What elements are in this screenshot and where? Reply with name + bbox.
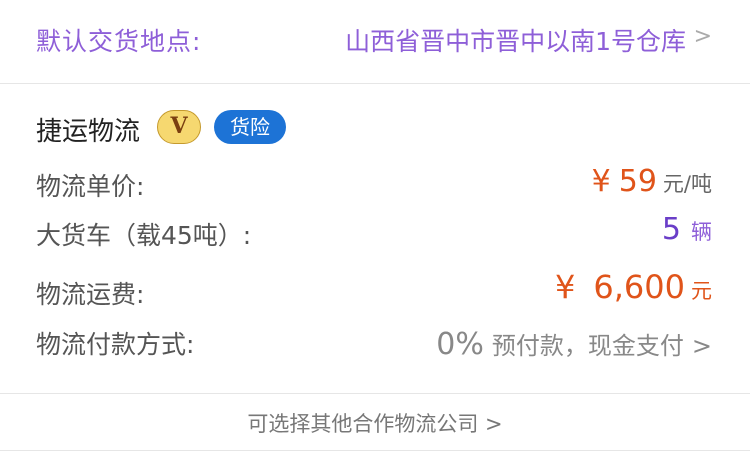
- freight-fee-value: ¥6,600 元: [555, 268, 712, 306]
- payment-method-text: 预付款，现金支付: [491, 332, 684, 360]
- freight-fee-number: 6,600: [593, 268, 685, 306]
- unit-price-unit: 元/吨: [662, 172, 712, 196]
- truck-count-number: 5: [661, 212, 681, 247]
- carrier-name: 捷运物流: [36, 117, 141, 147]
- unit-price-number: 59: [618, 164, 657, 199]
- prepay-percent: 0%: [436, 327, 484, 362]
- bottom-divider: [0, 450, 750, 451]
- freight-fee-unit: 元: [691, 279, 712, 303]
- payment-method-selector[interactable]: 0% 预付款，现金支付 >: [436, 326, 712, 362]
- insurance-badge: 货险: [214, 110, 286, 144]
- unit-price-value: ¥59 元/吨: [592, 164, 712, 199]
- chevron-right-icon[interactable]: >: [694, 24, 712, 49]
- delivery-location-label: 默认交货地点:: [36, 27, 202, 56]
- other-carriers-link[interactable]: 可选择其他合作物流公司 >: [0, 408, 750, 438]
- freight-fee-label: 物流运费:: [36, 280, 145, 309]
- payment-method-label: 物流付款方式:: [36, 330, 195, 359]
- section-divider: [0, 393, 750, 394]
- section-divider: [0, 83, 750, 84]
- delivery-location-value[interactable]: 山西省晋中市晋中以南1号仓库: [345, 22, 686, 58]
- truck-count-unit: 辆: [691, 220, 712, 244]
- vip-badge: V: [157, 110, 201, 144]
- delivery-location-row[interactable]: 默认交货地点: 山西省晋中市晋中以南1号仓库 >: [0, 0, 750, 82]
- currency-symbol: ¥: [555, 268, 576, 306]
- unit-price-label: 物流单价:: [36, 172, 145, 201]
- currency-symbol: ¥: [591, 164, 611, 199]
- chevron-right-icon: >: [691, 332, 712, 360]
- truck-count: 5辆: [662, 212, 712, 247]
- truck-label: 大货车（载45吨）:: [36, 221, 252, 250]
